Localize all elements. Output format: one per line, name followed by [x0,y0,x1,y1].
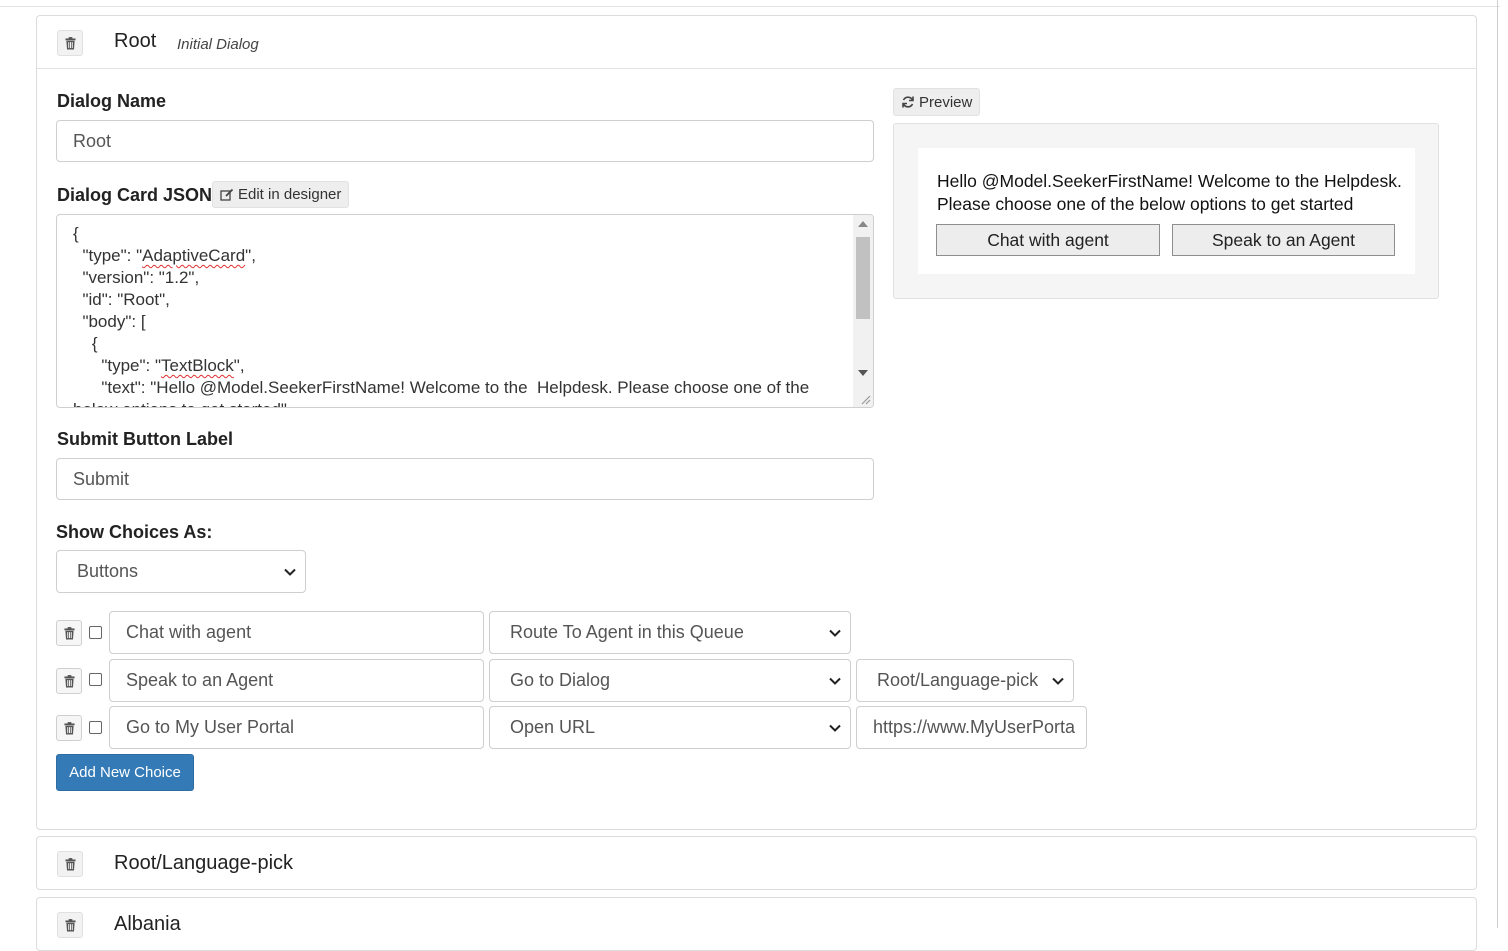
trash-icon [65,37,76,50]
resize-handle-icon[interactable] [859,393,871,405]
show-choices-select[interactable]: Buttons [56,550,306,593]
dialog-panel[interactable]: Root/Language-pick [36,836,1477,890]
trash-icon [65,919,76,932]
panel-title: Root [114,30,157,52]
scroll-up-icon[interactable] [858,221,868,227]
preview-action-button[interactable]: Chat with agent [936,224,1160,256]
delete-choice-button[interactable] [56,668,82,694]
edit-icon [220,188,234,201]
scroll-down-icon[interactable] [858,370,868,376]
choice-action: Open URL [510,717,596,737]
chevron-down-icon [828,626,842,640]
delete-choice-button[interactable] [56,715,82,741]
panel-subtitle: Initial Dialog [177,36,259,53]
chevron-down-icon [283,565,297,579]
add-new-choice-button[interactable]: Add New Choice [56,754,194,791]
delete-choice-button[interactable] [56,620,82,646]
submit-label: Submit Button Label [57,429,233,449]
choice-text-input[interactable]: Chat with agent [109,611,484,654]
chevron-down-icon [828,721,842,735]
choice-target-dialog-select[interactable]: Root/Language-pick [856,659,1074,702]
choice-text: Speak to an Agent [126,670,274,690]
chevron-down-icon [1051,674,1065,688]
choice-target: https://www.MyUserPorta [873,717,1076,737]
choice-text: Chat with agent [126,622,252,642]
trash-icon [64,627,75,640]
choice-action-select[interactable]: Route To Agent in this Queue [489,611,851,654]
choice-action-select[interactable]: Go to Dialog [489,659,851,702]
delete-dialog-button[interactable] [57,851,83,877]
delete-dialog-button[interactable] [57,30,83,56]
card-json-label: Dialog Card JSON [57,185,213,205]
chevron-down-icon [828,674,842,688]
add-new-choice-label: Add New Choice [69,764,181,781]
panel-title: Root/Language-pick [114,852,294,874]
choice-checkbox[interactable] [89,673,102,686]
preview-card-text: Hello @Model.SeekerFirstName! Welcome to… [937,171,1402,214]
dialog-panel[interactable]: Albania [36,897,1477,951]
dialog-name-label: Dialog Name [57,91,167,111]
delete-dialog-button[interactable] [57,912,83,938]
show-choices-label: Show Choices As: [56,522,213,542]
choice-action-select[interactable]: Open URL [489,706,851,749]
choice-checkbox[interactable] [89,626,102,639]
submit-label-value: Submit [73,468,130,489]
choice-text: Go to My User Portal [126,717,295,737]
preview-container: Hello @Model.SeekerFirstName! Welcome to… [893,123,1439,299]
trash-icon [64,722,75,735]
panel-title: Albania [114,913,181,935]
refresh-icon [902,96,914,108]
dialog-name-value: Root [73,130,112,151]
edit-in-designer-button[interactable]: Edit in designer [212,181,350,208]
edit-in-designer-label: Edit in designer [238,186,342,203]
choice-target: Root/Language-pick [877,670,1039,690]
preview-action-button[interactable]: Speak to an Agent [1172,224,1395,256]
choice-checkbox[interactable] [89,721,102,734]
choice-url-input[interactable]: https://www.MyUserPorta [856,706,1087,749]
card-json-textarea[interactable]: { "type": "AdaptiveCard", "version": "1.… [56,214,874,408]
panel-header[interactable]: Root Initial Dialog [37,16,1476,69]
submit-label-input[interactable]: Submit [56,458,874,500]
scroll-thumb[interactable] [856,237,870,319]
choice-action: Route To Agent in this Queue [510,622,744,642]
textarea-scrollbar[interactable] [853,215,873,407]
show-choices-value: Buttons [77,561,139,581]
adaptive-card-preview: Hello @Model.SeekerFirstName! Welcome to… [918,148,1415,274]
trash-icon [64,675,75,688]
card-json-code: { "type": "AdaptiveCard", "version": "1.… [73,224,810,407]
preview-button[interactable]: Preview [893,88,981,116]
preview-label: Preview [919,93,973,111]
choice-text-input[interactable]: Speak to an Agent [109,659,484,702]
choice-action: Go to Dialog [510,670,611,690]
page-right-border [1497,0,1498,928]
dialog-name-input[interactable]: Root [56,120,874,162]
top-divider [0,6,1500,7]
trash-icon [65,858,76,871]
choice-text-input[interactable]: Go to My User Portal [109,706,484,749]
